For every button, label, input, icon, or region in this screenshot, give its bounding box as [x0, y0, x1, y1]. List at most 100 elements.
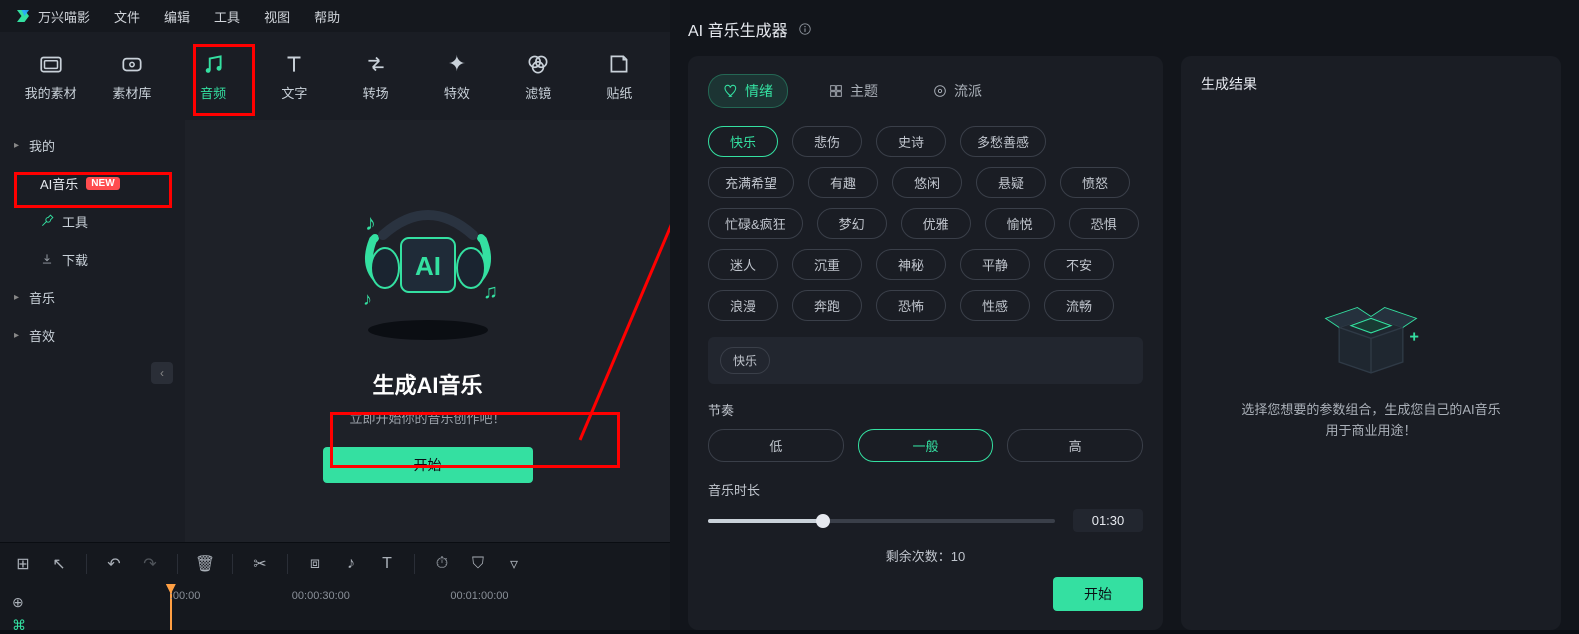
mood-chip-5[interactable]: 有趣 [808, 167, 878, 198]
mood-chip-22[interactable]: 性感 [960, 290, 1030, 321]
redo-icon[interactable]: ↷ [141, 555, 159, 573]
delete-icon[interactable]: 🗑 [196, 555, 214, 573]
music-icon [200, 51, 226, 77]
tab-theme[interactable]: 主题 [814, 75, 892, 107]
app-logo: 万兴喵影 [14, 7, 90, 26]
menu-edit[interactable]: 编辑 [164, 7, 190, 26]
main-title: 生成AI音乐 [372, 368, 482, 400]
mood-chip-17[interactable]: 平静 [960, 249, 1030, 280]
nav-transition[interactable]: 转场 [335, 39, 416, 113]
mood-chip-21[interactable]: 恐怖 [876, 290, 946, 321]
svg-text:AI: AI [415, 251, 441, 281]
mood-chip-18[interactable]: 不安 [1044, 249, 1114, 280]
slider-fill [708, 519, 823, 523]
mood-chip-11[interactable]: 优雅 [901, 208, 971, 239]
logo-icon [14, 7, 32, 25]
tempo-normal[interactable]: 一般 [858, 429, 994, 462]
mood-chip-9[interactable]: 忙碌&疯狂 [708, 208, 803, 239]
remaining-value: 10 [951, 549, 965, 564]
mood-chip-14[interactable]: 迷人 [708, 249, 778, 280]
mood-chip-10[interactable]: 梦幻 [817, 208, 887, 239]
mood-chip-23[interactable]: 流畅 [1044, 290, 1114, 321]
tool-cursor-icon[interactable]: ↖ [50, 555, 68, 573]
crop-icon[interactable]: ⧈ [306, 555, 324, 573]
tick-2: 00:01:00:00 [450, 590, 508, 602]
tool-widgets-icon[interactable]: ⊞ [14, 555, 32, 573]
divider [287, 554, 288, 574]
nav-text[interactable]: 文字 [254, 39, 335, 113]
sidebar-tools[interactable]: 工具 [0, 202, 185, 240]
circles-icon [525, 51, 551, 77]
mood-chip-8[interactable]: 愤怒 [1060, 167, 1130, 198]
sidebar-download[interactable]: 下载 [0, 240, 185, 278]
mark-icon[interactable]: ▿ [505, 555, 523, 573]
start-button[interactable]: 开始 [323, 447, 533, 483]
duration-slider[interactable] [708, 519, 1055, 523]
sidebar-sfx[interactable]: 音效 [0, 316, 185, 354]
grid-icon [828, 83, 844, 99]
sidebar-music[interactable]: 音乐 [0, 278, 185, 316]
menu-view[interactable]: 视图 [264, 7, 290, 26]
sidebar-sfx-label: 音效 [29, 326, 55, 345]
mood-chip-7[interactable]: 悬疑 [976, 167, 1046, 198]
mood-chip-3[interactable]: 多愁善感 [960, 126, 1046, 157]
sidebar-collapse-button[interactable]: ‹ [151, 362, 173, 384]
generator-form: 情绪 主题 流派 快乐悲伤史诗多愁善感充满希望有趣悠闲悬疑愤怒忙碌&疯狂梦幻优雅… [688, 56, 1163, 630]
info-icon[interactable] [798, 22, 812, 36]
nav-library[interactable]: 素材库 [91, 39, 172, 113]
nav-my-media-label: 我的素材 [25, 83, 77, 102]
tab-genre-label: 流派 [954, 81, 982, 101]
mood-chip-1[interactable]: 悲伤 [792, 126, 862, 157]
tab-mood[interactable]: 情绪 [708, 74, 788, 108]
tempo-high[interactable]: 高 [1007, 429, 1143, 462]
speed-icon[interactable]: ⏱ [433, 555, 451, 573]
nav-stickers[interactable]: 贴纸 [579, 39, 660, 113]
mood-chip-6[interactable]: 悠闲 [892, 167, 962, 198]
selected-tags: 快乐 [708, 337, 1143, 384]
mood-chip-19[interactable]: 浪漫 [708, 290, 778, 321]
duration-label: 音乐时长 [708, 480, 1143, 499]
nav-my-media[interactable]: 我的素材 [10, 39, 91, 113]
selected-chip[interactable]: 快乐 [720, 347, 770, 374]
slider-thumb[interactable] [816, 514, 830, 528]
svg-text:♪: ♪ [365, 210, 376, 235]
new-badge: NEW [86, 177, 119, 190]
mood-chip-4[interactable]: 充满希望 [708, 167, 794, 198]
add-track-icon[interactable]: ⊕ [12, 594, 26, 611]
empty-box-icon [1316, 282, 1426, 382]
link-icon[interactable]: ⌘ [12, 617, 26, 634]
mood-chip-16[interactable]: 神秘 [876, 249, 946, 280]
menu-help[interactable]: 帮助 [314, 7, 340, 26]
menu-tools[interactable]: 工具 [214, 7, 240, 26]
mood-chip-13[interactable]: 恐惧 [1069, 208, 1139, 239]
media-nav: 我的素材 素材库 音频 文字 转场 ✦ 特效 滤镜 贴纸 [0, 32, 670, 120]
sparkle-icon: ✦ [444, 51, 470, 77]
timeline-ruler[interactable]: ⊕ ⌘ :00:00 00:00:30:00 00:01:00:00 [0, 584, 670, 630]
undo-icon[interactable]: ↶ [105, 555, 123, 573]
download-icon [40, 252, 54, 266]
swap-icon [363, 51, 389, 77]
nav-effects[interactable]: ✦ 特效 [416, 39, 497, 113]
nav-filters[interactable]: 滤镜 [498, 39, 579, 113]
shield-icon[interactable]: ⛉ [469, 555, 487, 573]
generate-button[interactable]: 开始 [1053, 577, 1143, 611]
app-window: 万兴喵影 文件 编辑 工具 视图 帮助 我的素材 素材库 音频 文字 转场 ✦ [0, 0, 670, 630]
sidebar-ai-music-label: AI音乐 [40, 174, 78, 193]
sidebar-my[interactable]: 我的 [0, 126, 185, 164]
ruler-track[interactable]: :00:00 00:00:30:00 00:01:00:00 [60, 584, 670, 630]
menu-file[interactable]: 文件 [114, 7, 140, 26]
mood-chip-15[interactable]: 沉重 [792, 249, 862, 280]
nav-library-label: 素材库 [112, 83, 151, 102]
ai-music-dialog: AI 音乐生成器 情绪 主题 流派 快乐悲伤史诗多愁善感充满希望有趣悠闲悬疑愤怒… [670, 0, 1579, 630]
music-tool-icon[interactable]: ♪ [342, 555, 360, 573]
nav-audio[interactable]: 音频 [173, 39, 254, 113]
mood-chip-20[interactable]: 奔跑 [792, 290, 862, 321]
tempo-low[interactable]: 低 [708, 429, 844, 462]
text-tool-icon[interactable]: T [378, 555, 396, 573]
mood-chip-2[interactable]: 史诗 [876, 126, 946, 157]
cut-icon[interactable]: ✂ [251, 555, 269, 573]
tab-genre[interactable]: 流派 [918, 75, 996, 107]
sidebar-ai-music[interactable]: AI音乐 NEW [0, 164, 185, 202]
mood-chip-0[interactable]: 快乐 [708, 126, 778, 157]
mood-chip-12[interactable]: 愉悦 [985, 208, 1055, 239]
